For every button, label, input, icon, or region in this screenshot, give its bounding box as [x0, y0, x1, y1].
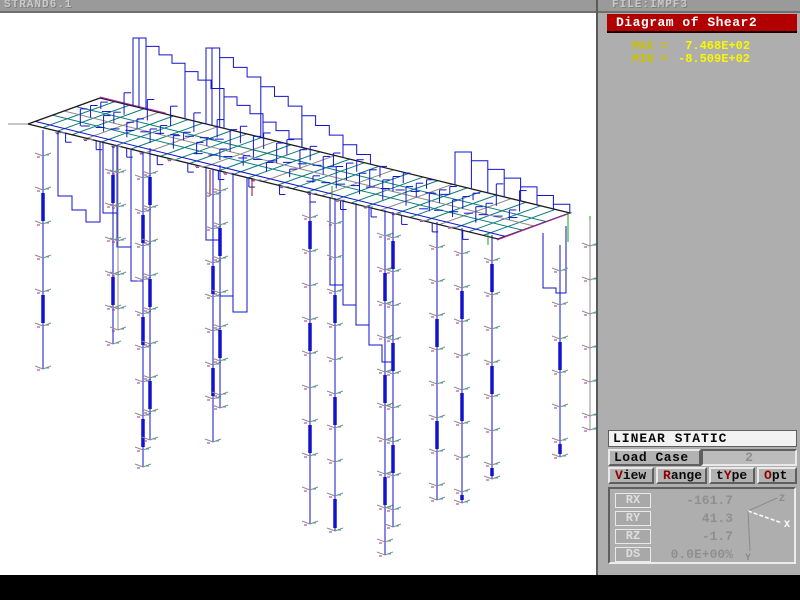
min-label: MIN =: [632, 52, 668, 66]
max-value: 7.468E+02: [668, 39, 750, 53]
title-bar: STRAND6.1 FILE:IMPF3: [0, 0, 800, 13]
max-readout: MAX =7.468E+02: [632, 39, 750, 53]
model-viewport[interactable]: [0, 13, 596, 575]
rotation-row-rx: RX -161.7: [615, 493, 735, 508]
diagram-title: Diagram of Shear2: [607, 14, 797, 33]
rz-value: -1.7: [655, 529, 733, 544]
rz-button[interactable]: RZ: [615, 529, 651, 544]
analysis-type-display: LINEAR STATIC: [608, 430, 797, 447]
axis-x-label: X: [784, 520, 790, 531]
ry-value: 41.3: [655, 511, 733, 526]
rotation-row-rz: RZ -1.7: [615, 529, 735, 544]
axis-z-label: Z: [779, 494, 785, 505]
ds-button[interactable]: DS: [615, 547, 651, 562]
menu-type-button[interactable]: tYpe: [709, 467, 755, 484]
load-case-value[interactable]: 2: [701, 449, 797, 466]
min-value: -8.509E+02: [668, 52, 750, 66]
file-name-label: FILE:IMPF3: [612, 0, 688, 11]
menu-view-button[interactable]: View: [608, 467, 654, 484]
rotation-row-ry: RY 41.3: [615, 511, 735, 526]
max-label: MAX =: [632, 39, 668, 53]
side-panel: Diagram of Shear2 MAX =7.468E+02 MIN =-8…: [598, 13, 800, 575]
axis-triad-icon: Z X Y: [730, 491, 792, 561]
min-readout: MIN =-8.509E+02: [632, 52, 750, 66]
axis-y-label: Y: [745, 553, 751, 561]
shear-diagram-wireframe: [0, 13, 596, 575]
app-title: STRAND6.1: [4, 0, 72, 11]
ds-value: 0.0E+00%: [655, 547, 733, 562]
menu-range-button[interactable]: Range: [656, 467, 707, 484]
menu-opt-button[interactable]: Opt: [757, 467, 797, 484]
rotation-readout-box: RX -161.7 RY 41.3 RZ -1.7 DS 0.0E+00% Z …: [608, 487, 796, 564]
rx-button[interactable]: RX: [615, 493, 651, 508]
load-case-button[interactable]: Load Case: [608, 449, 701, 466]
rx-value: -161.7: [655, 493, 733, 508]
ry-button[interactable]: RY: [615, 511, 651, 526]
menu-bar: View Range tYpe Opt: [608, 467, 797, 484]
